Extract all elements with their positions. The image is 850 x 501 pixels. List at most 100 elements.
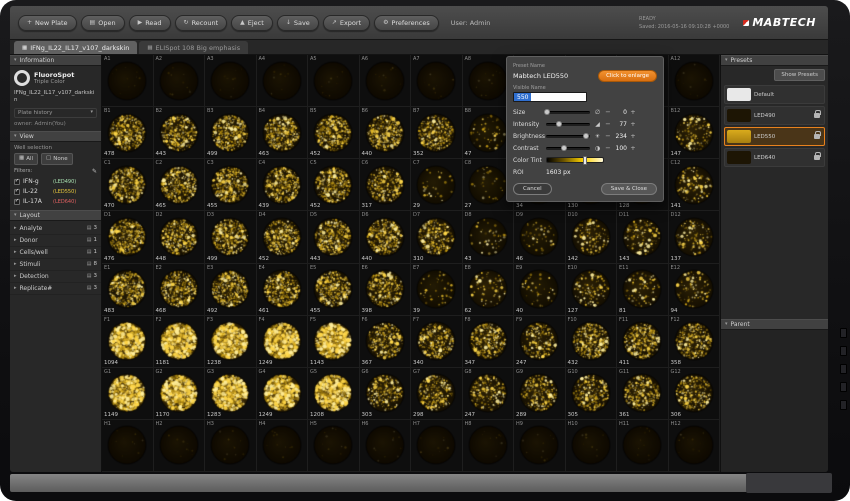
well-g2[interactable]: G21170 — [154, 368, 206, 420]
well-a7[interactable]: A7 — [411, 55, 463, 107]
well-b1[interactable]: B1478 — [102, 107, 154, 159]
well-h6[interactable]: H6 — [360, 420, 412, 472]
well-h10[interactable]: H10 — [566, 420, 618, 472]
well-g10[interactable]: G10305 — [566, 368, 618, 420]
toolbar-button-preferences[interactable]: ⚙Preferences — [374, 15, 439, 31]
increment-button[interactable]: + — [630, 144, 636, 152]
well-d6[interactable]: D6440 — [360, 211, 412, 263]
slider-handle[interactable] — [544, 109, 550, 115]
well-f6[interactable]: F6367 — [360, 316, 412, 368]
slider-intensity[interactable] — [546, 123, 590, 126]
filter-il-22[interactable]: ✓IL-22(LED550) — [14, 187, 97, 197]
visible-name-input[interactable]: 550 — [513, 92, 587, 102]
well-h4[interactable]: H4 — [257, 420, 309, 472]
well-c2[interactable]: C2465 — [154, 159, 206, 211]
filter-il-17a[interactable]: ✓IL-17A(LED640) — [14, 197, 97, 207]
toolbar-button-eject[interactable]: ▲Eject — [231, 15, 273, 31]
slider-handle[interactable] — [583, 133, 589, 139]
well-b4[interactable]: B4463 — [257, 107, 309, 159]
well-e6[interactable]: E6398 — [360, 264, 412, 316]
well-e5[interactable]: E5455 — [308, 264, 360, 316]
well-a12[interactable]: A12 — [669, 55, 721, 107]
well-b5[interactable]: B5452 — [308, 107, 360, 159]
well-f10[interactable]: F10432 — [566, 316, 618, 368]
show-presets-button[interactable]: Show Presets — [774, 69, 825, 81]
well-e10[interactable]: E10127 — [566, 264, 618, 316]
layout-item-analyte[interactable]: ▸Analyte▤3 — [10, 223, 101, 235]
well-f2[interactable]: F21181 — [154, 316, 206, 368]
well-d8[interactable]: D843 — [463, 211, 515, 263]
toolbar-button-read[interactable]: ▶Read — [129, 15, 171, 31]
decrement-button[interactable]: − — [605, 144, 611, 152]
increment-button[interactable]: + — [630, 108, 636, 116]
well-e11[interactable]: E1181 — [617, 264, 669, 316]
view-panel-header[interactable]: ▾ View — [10, 131, 101, 142]
well-e2[interactable]: E2468 — [154, 264, 206, 316]
parent-panel-header[interactable]: ▾ Parent — [721, 319, 828, 330]
well-h2[interactable]: H2 — [154, 420, 206, 472]
toolbar-button-open[interactable]: ▤Open — [81, 15, 125, 31]
well-a1[interactable]: A1 — [102, 55, 154, 107]
edit-pencil-icon[interactable]: ✎ — [92, 168, 97, 175]
layout-item-stimuli[interactable]: ▸Stimuli▤8 — [10, 259, 101, 271]
presets-panel-header[interactable]: ▾ Presets — [721, 55, 828, 66]
well-d9[interactable]: D946 — [514, 211, 566, 263]
filter-ifn-g[interactable]: ✓IFN-g(LED490) — [14, 177, 97, 187]
well-c1[interactable]: C1470 — [102, 159, 154, 211]
well-b7[interactable]: B7352 — [411, 107, 463, 159]
slider-brightness[interactable] — [546, 135, 590, 138]
layout-item-donor[interactable]: ▸Donor▤1 — [10, 235, 101, 247]
well-f1[interactable]: F11094 — [102, 316, 154, 368]
tab-elispot-108-big-emphasis[interactable]: ▦ELISpot 108 Big emphasis — [139, 41, 248, 54]
color-tint-handle[interactable] — [583, 156, 587, 165]
decrement-button[interactable]: − — [605, 132, 611, 140]
layout-item-detection[interactable]: ▸Detection▤3 — [10, 271, 101, 283]
well-c5[interactable]: C5452 — [308, 159, 360, 211]
well-c3[interactable]: C3455 — [205, 159, 257, 211]
well-h1[interactable]: H1 — [102, 420, 154, 472]
well-h11[interactable]: H11 — [617, 420, 669, 472]
well-a5[interactable]: A5 — [308, 55, 360, 107]
well-e3[interactable]: E3492 — [205, 264, 257, 316]
layout-panel-header[interactable]: ▾ Layout — [10, 210, 101, 221]
well-d4[interactable]: D4452 — [257, 211, 309, 263]
increment-button[interactable]: + — [630, 132, 636, 140]
well-f3[interactable]: F31238 — [205, 316, 257, 368]
well-a6[interactable]: A6 — [360, 55, 412, 107]
toolbar-button-export[interactable]: ↗Export — [323, 15, 370, 31]
well-a3[interactable]: A3 — [205, 55, 257, 107]
well-a2[interactable]: A2 — [154, 55, 206, 107]
well-d10[interactable]: D10142 — [566, 211, 618, 263]
slider-size[interactable] — [546, 111, 590, 114]
well-e12[interactable]: E1294 — [669, 264, 721, 316]
well-g6[interactable]: G6303 — [360, 368, 412, 420]
well-h8[interactable]: H8 — [463, 420, 515, 472]
well-f8[interactable]: F8347 — [463, 316, 515, 368]
well-g7[interactable]: G7298 — [411, 368, 463, 420]
well-d11[interactable]: D11143 — [617, 211, 669, 263]
well-d1[interactable]: D1476 — [102, 211, 154, 263]
well-d5[interactable]: D5443 — [308, 211, 360, 263]
well-h7[interactable]: H7 — [411, 420, 463, 472]
well-g11[interactable]: G11361 — [617, 368, 669, 420]
well-b12[interactable]: B12147 — [669, 107, 721, 159]
well-d7[interactable]: D7310 — [411, 211, 463, 263]
well-c6[interactable]: C6317 — [360, 159, 412, 211]
well-f11[interactable]: F11411 — [617, 316, 669, 368]
well-f4[interactable]: F41249 — [257, 316, 309, 368]
well-b2[interactable]: B2443 — [154, 107, 206, 159]
select-none-button[interactable]: ▢ None — [41, 153, 73, 165]
well-g12[interactable]: G12306 — [669, 368, 721, 420]
toolbar-button-new-plate[interactable]: +New Plate — [18, 15, 77, 31]
checkbox-ifn-g[interactable]: ✓ — [14, 179, 20, 185]
well-g3[interactable]: G31283 — [205, 368, 257, 420]
well-c4[interactable]: C4439 — [257, 159, 309, 211]
preset-item-led640[interactable]: LED640 — [724, 148, 825, 167]
save-close-button[interactable]: Save & Close — [601, 183, 657, 195]
well-h9[interactable]: H9 — [514, 420, 566, 472]
well-e8[interactable]: E862 — [463, 264, 515, 316]
click-to-enlarge-button[interactable]: Click to enlarge — [598, 70, 657, 82]
well-a4[interactable]: A4 — [257, 55, 309, 107]
layout-item-cells-well[interactable]: ▸Cells/well▤1 — [10, 247, 101, 259]
increment-button[interactable]: + — [630, 120, 636, 128]
